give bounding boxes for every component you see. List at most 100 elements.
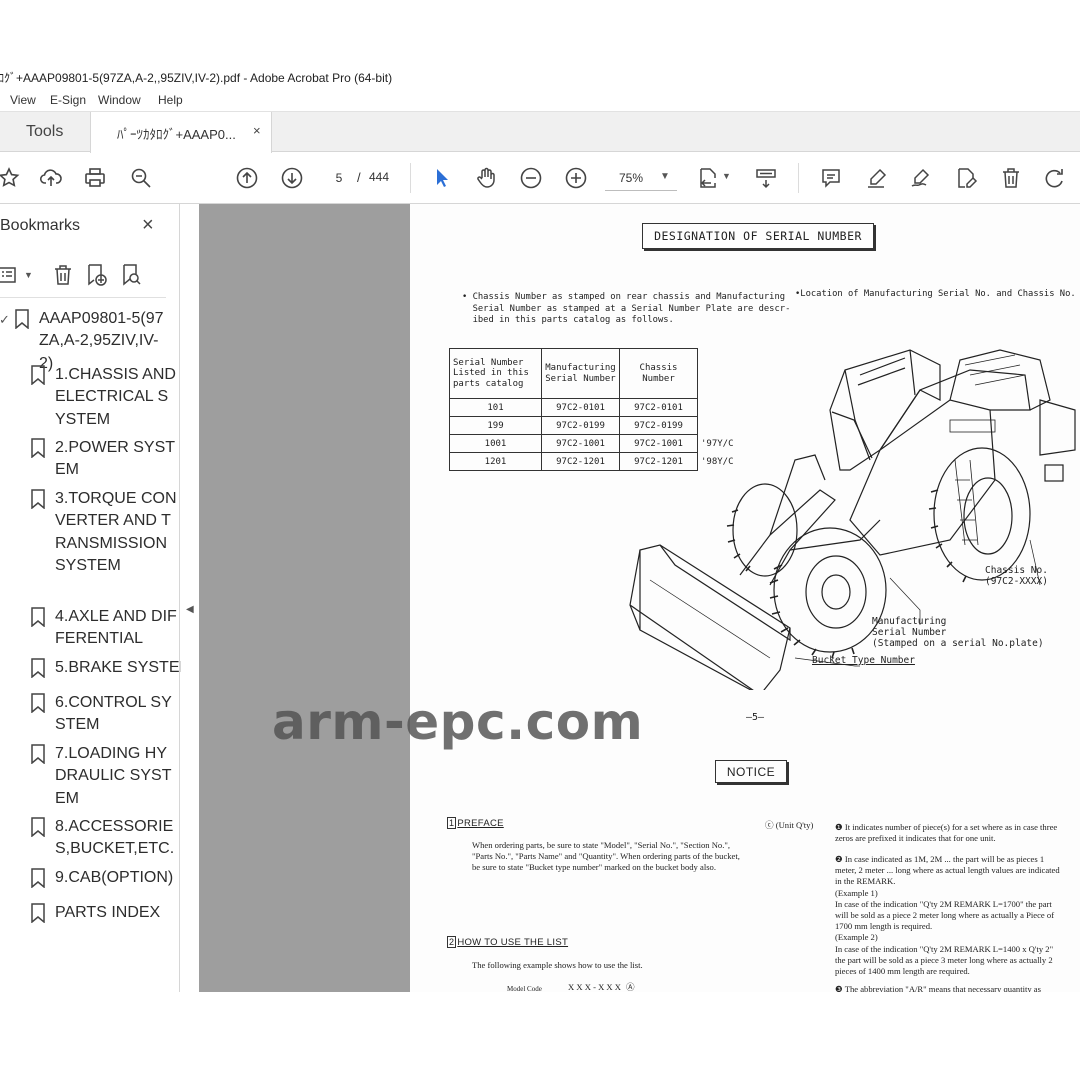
find-bookmark-icon[interactable] <box>118 262 144 288</box>
main-toolbar: 5 / 444 75% ▼ ▼ <box>0 153 1080 204</box>
zoom-search-icon[interactable] <box>128 165 154 191</box>
page-down-icon[interactable] <box>279 165 305 191</box>
bookmarks-panel: Bookmarks × ▼ ✓ AAAP09801-5(97ZA,A-2,95Z… <box>0 204 193 992</box>
bookmark-icon <box>31 903 45 923</box>
options-menu-icon[interactable] <box>0 262 22 288</box>
bookmark-icon <box>15 309 29 329</box>
page-number-label: —5— <box>746 712 765 723</box>
zoom-in-icon[interactable] <box>563 165 589 191</box>
howto-text: The following example shows how to use t… <box>472 960 643 970</box>
bookmarks-title: Bookmarks <box>0 217 81 234</box>
table-cell: 97C2-0199 <box>541 416 620 435</box>
table-cell: 101 <box>449 398 542 417</box>
toolbar-divider <box>798 163 799 193</box>
zoom-out-icon[interactable] <box>518 165 544 191</box>
menu-bar: View E-Sign Window Help <box>0 90 1080 112</box>
bookmark-icon <box>31 868 45 888</box>
tab-close-icon[interactable]: × <box>253 123 261 138</box>
bookmark-icon <box>31 607 45 627</box>
menu-help[interactable]: Help <box>158 93 183 107</box>
bookmark-label: 8.ACCESSORIES,BUCKET,ETC. <box>55 818 175 858</box>
bookmark-icon <box>31 489 45 509</box>
rotate-icon[interactable] <box>1042 165 1068 191</box>
location-note: •Location of Manufacturing Serial No. an… <box>795 289 1076 299</box>
menu-esign[interactable]: E-Sign <box>50 93 86 107</box>
collapse-arrow-icon[interactable]: ◀ <box>186 604 194 615</box>
chevron-down-icon: ▼ <box>660 171 670 182</box>
fit-dropdown-icon[interactable]: ▼ <box>722 171 731 181</box>
table-cell: 1201 <box>449 452 542 471</box>
section-number: 2 <box>447 936 457 948</box>
page-separator: / <box>357 170 361 185</box>
bookmark-icon <box>31 658 45 678</box>
bookmark-icon <box>31 365 45 385</box>
window-title-bar: ﾛｸﾞ+AAAP09801-5(97ZA,A-2,,95ZIV,IV-2).pd… <box>0 62 1080 90</box>
tab-document-label: ﾊﾟｰﾂｶﾀﾛｸﾞ+AAAP0... <box>117 127 236 142</box>
panel-splitter[interactable]: ◀ <box>181 204 199 992</box>
table-header: Manufacturing Serial Number <box>541 348 620 399</box>
notice-item-1: ❶ It indicates number of piece(s) for a … <box>835 822 1058 844</box>
table-cell: 97C2-1001 <box>541 434 620 453</box>
notice-heading: NOTICE <box>715 760 787 783</box>
bookmark-label: 9.CAB(OPTION) <box>55 869 174 886</box>
chassis-no-callout: Chassis No. (97C2-XXXX) <box>985 565 1048 587</box>
bookmark-label: 1.CHASSIS AND ELECTRICAL SYSTEM <box>55 366 176 428</box>
bookmark-icon <box>31 438 45 458</box>
manufacturing-serial-callout: Manufacturing Serial Number (Stamped on … <box>872 616 1044 649</box>
bookmark-label: PARTS INDEX <box>55 904 161 921</box>
chevron-down-icon[interactable]: ▼ <box>24 270 33 280</box>
section-number: 1 <box>447 817 457 829</box>
table-cell: 1001 <box>449 434 542 453</box>
intro-note: • Chassis Number as stamped on rear chas… <box>462 292 791 326</box>
delete-bookmark-icon[interactable] <box>50 262 76 288</box>
bucket-type-callout: Bucket Type Number <box>812 655 915 666</box>
model-code-mark: Ⓐ <box>626 982 635 992</box>
tab-document[interactable]: ﾊﾟｰﾂｶﾀﾛｸﾞ+AAAP0... × <box>90 112 272 153</box>
chevron-down-icon[interactable]: ✓ <box>0 312 10 328</box>
hand-icon[interactable] <box>473 165 499 191</box>
select-arrow-icon[interactable] <box>429 165 455 191</box>
edit-icon[interactable] <box>953 165 979 191</box>
star-icon[interactable] <box>0 165 22 191</box>
menu-view[interactable]: View <box>10 93 36 107</box>
toolbar-divider <box>410 163 411 193</box>
page-heading: DESIGNATION OF SERIAL NUMBER <box>642 223 874 249</box>
close-icon[interactable]: × <box>142 214 154 237</box>
preface-heading: 1 PREFACE <box>447 817 504 829</box>
scroll-mode-icon[interactable] <box>753 165 779 191</box>
bookmark-label: 7.LOADING HYDRAULIC SYSTEM <box>55 745 172 807</box>
zoom-value: 75% <box>619 171 644 185</box>
page-up-icon[interactable] <box>234 165 260 191</box>
bookmark-icon <box>31 744 45 764</box>
bookmark-label: 2.POWER SYSTEM <box>55 439 176 479</box>
fit-page-icon[interactable] <box>696 165 722 191</box>
print-icon[interactable] <box>82 165 108 191</box>
bookmark-label: 4.AXLE AND DIFFERENTIAL <box>55 608 177 648</box>
highlight-icon[interactable] <box>864 165 890 191</box>
notice-item-2: ❷ In case indicated as 1M, 2M ... the pa… <box>835 854 1060 977</box>
howto-heading: 2 HOW TO USE THE LIST <box>447 936 568 948</box>
delete-icon[interactable] <box>998 165 1024 191</box>
add-bookmark-icon[interactable] <box>84 262 110 288</box>
sign-icon[interactable] <box>908 165 934 191</box>
upload-cloud-icon[interactable] <box>38 165 64 191</box>
notice-item-3: ❸ The abbreviation "A/R" means that nece… <box>835 984 1041 992</box>
zoom-select[interactable]: 75% ▼ <box>605 167 677 191</box>
table-cell: 97C2-1201 <box>541 452 620 471</box>
document-canvas[interactable] <box>181 204 410 992</box>
unit-qty-label: ⓒ (Unit Q'ty) <box>765 820 814 830</box>
page-total: 444 <box>369 170 390 184</box>
section-title: PREFACE <box>457 818 504 829</box>
bookmark-label: 3.TORQUE CONVERTER AND TRANSMISSION SYST… <box>55 490 177 575</box>
page-number-input[interactable]: 5 <box>326 167 352 189</box>
table-cell: 199 <box>449 416 542 435</box>
model-code-value: X X X - X X X <box>568 982 621 992</box>
bookmark-icon <box>31 693 45 713</box>
tab-tools[interactable]: Tools <box>0 112 90 152</box>
table-cell: 97C2-0101 <box>541 398 620 417</box>
window-title: ﾛｸﾞ+AAAP09801-5(97ZA,A-2,,95ZIV,IV-2).pd… <box>0 71 393 85</box>
comment-icon[interactable] <box>818 165 844 191</box>
section-title: HOW TO USE THE LIST <box>457 937 569 948</box>
bookmark-label: 6.CONTROL SYSTEM <box>55 694 172 734</box>
menu-window[interactable]: Window <box>98 93 141 107</box>
